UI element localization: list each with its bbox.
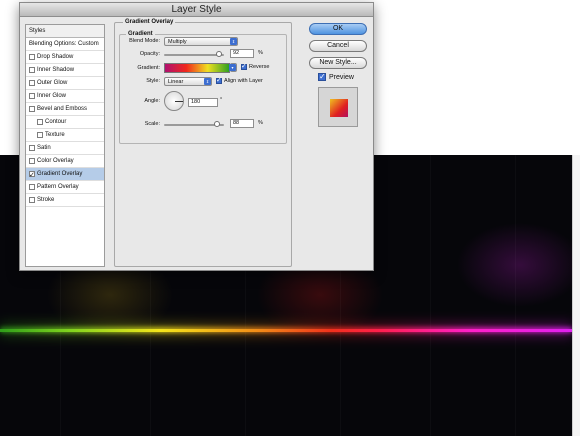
layer-style-dialog: Layer Style Styles Blending Options: Cus… bbox=[19, 2, 374, 271]
angle-unit: ° bbox=[220, 97, 223, 103]
checkbox-icon[interactable] bbox=[29, 145, 35, 151]
reverse-label: Reverse bbox=[249, 64, 270, 70]
style-item-label: Bevel and Emboss bbox=[37, 105, 88, 112]
opacity-slider-thumb[interactable] bbox=[216, 51, 223, 57]
blending-options-item[interactable]: Blending Options: Custom bbox=[26, 38, 104, 51]
ok-button[interactable]: OK bbox=[309, 23, 367, 35]
style-item-pattern-overlay[interactable]: Pattern Overlay bbox=[26, 181, 104, 194]
light-streak bbox=[0, 329, 572, 332]
scale-unit: % bbox=[258, 120, 263, 126]
canvas-scroll-edge bbox=[572, 155, 580, 436]
blend-mode-value: Multiply bbox=[168, 39, 187, 45]
grid-line bbox=[515, 155, 516, 436]
opacity-field[interactable]: 92 bbox=[230, 49, 254, 58]
checkbox-icon[interactable] bbox=[29, 169, 35, 182]
style-item-label: Gradient Overlay bbox=[37, 170, 83, 177]
checkbox-icon[interactable] bbox=[29, 197, 35, 203]
checkbox-icon[interactable] bbox=[37, 119, 43, 125]
angle-hand bbox=[175, 101, 183, 102]
style-item-label: Outer Glow bbox=[37, 79, 68, 86]
updown-arrow-icon: ⇕ bbox=[230, 38, 237, 45]
style-item-label: Texture bbox=[45, 131, 65, 138]
checkbox-icon[interactable] bbox=[29, 106, 35, 112]
style-item-drop-shadow[interactable]: Drop Shadow bbox=[26, 51, 104, 64]
style-label: Style: bbox=[146, 78, 160, 84]
style-item-label: Inner Shadow bbox=[37, 66, 75, 73]
chevron-down-icon: ▾ bbox=[229, 64, 236, 71]
align-label: Align with Layer bbox=[224, 78, 263, 84]
checkbox-icon[interactable] bbox=[29, 184, 35, 190]
style-item-label: Inner Glow bbox=[37, 92, 67, 99]
checkbox-icon[interactable] bbox=[29, 54, 35, 60]
preview-checkbox[interactable]: Preview bbox=[318, 72, 354, 81]
style-item-color-overlay[interactable]: Color Overlay bbox=[26, 155, 104, 168]
angle-field[interactable]: 180 bbox=[188, 98, 218, 107]
scale-label: Scale: bbox=[144, 121, 160, 127]
checkbox-icon[interactable] bbox=[37, 132, 43, 138]
style-item-label: Pattern Overlay bbox=[37, 183, 79, 190]
styles-list-header[interactable]: Styles bbox=[26, 25, 104, 38]
opacity-unit: % bbox=[258, 50, 263, 56]
style-item-label: Contour bbox=[45, 118, 67, 125]
section-title: Gradient Overlay bbox=[123, 19, 176, 25]
opacity-slider-track[interactable] bbox=[164, 54, 224, 56]
gradient-swatch[interactable] bbox=[164, 63, 230, 73]
checkbox-icon[interactable] bbox=[318, 72, 326, 81]
reverse-checkbox[interactable]: Reverse bbox=[241, 62, 270, 70]
checkbox-icon[interactable] bbox=[29, 158, 35, 164]
cancel-button[interactable]: Cancel bbox=[309, 40, 367, 52]
style-item-label: Satin bbox=[37, 144, 51, 151]
angle-dial[interactable] bbox=[164, 91, 184, 111]
style-item-satin[interactable]: Satin bbox=[26, 142, 104, 155]
gradient-dropdown[interactable]: ▾ bbox=[229, 63, 237, 72]
screen: Layer Style Styles Blending Options: Cus… bbox=[0, 0, 580, 436]
grid-line bbox=[430, 155, 431, 436]
style-item-bevel-and-emboss[interactable]: Bevel and Emboss bbox=[26, 103, 104, 116]
style-item-inner-glow[interactable]: Inner Glow bbox=[26, 90, 104, 103]
preview-swatch bbox=[330, 99, 348, 117]
dialog-title: Layer Style bbox=[20, 3, 373, 17]
style-item-label: Stroke bbox=[37, 196, 55, 203]
style-item-label: Color Overlay bbox=[37, 157, 74, 164]
scale-slider-thumb[interactable] bbox=[213, 121, 220, 127]
gradient-overlay-panel: Gradient Overlay Gradient Blend Mode: Mu… bbox=[114, 19, 292, 267]
style-item-texture[interactable]: Texture bbox=[26, 129, 104, 142]
gradient-label: Gradient: bbox=[137, 65, 160, 71]
checkbox-icon[interactable] bbox=[216, 76, 222, 84]
style-item-inner-shadow[interactable]: Inner Shadow bbox=[26, 64, 104, 77]
opacity-label: Opacity: bbox=[139, 51, 160, 57]
preview-label: Preview bbox=[329, 73, 354, 81]
blend-mode-label: Blend Mode: bbox=[129, 38, 160, 44]
updown-arrow-icon: ⇕ bbox=[204, 78, 211, 85]
styles-list: Styles Blending Options: Custom Drop Sha… bbox=[25, 24, 105, 267]
style-item-outer-glow[interactable]: Outer Glow bbox=[26, 77, 104, 90]
gradient-group: Gradient Blend Mode: Multiply ⇕ Opacity:… bbox=[119, 31, 287, 144]
group-title: Gradient bbox=[126, 31, 155, 37]
scale-field[interactable]: 88 bbox=[230, 119, 254, 128]
style-item-stroke[interactable]: Stroke bbox=[26, 194, 104, 207]
checkbox-icon[interactable] bbox=[29, 67, 35, 73]
checkbox-icon[interactable] bbox=[29, 93, 35, 99]
blend-mode-select[interactable]: Multiply ⇕ bbox=[164, 37, 238, 46]
new-style-button[interactable]: New Style... bbox=[309, 57, 367, 69]
align-with-layer-checkbox[interactable]: Align with Layer bbox=[216, 76, 263, 84]
style-item-contour[interactable]: Contour bbox=[26, 116, 104, 129]
angle-label: Angle: bbox=[144, 98, 160, 104]
checkbox-icon[interactable] bbox=[241, 62, 247, 70]
style-item-gradient-overlay[interactable]: Gradient Overlay bbox=[26, 168, 104, 182]
style-item-label: Drop Shadow bbox=[37, 53, 74, 60]
style-select[interactable]: Linear ⇕ bbox=[164, 77, 212, 86]
style-value: Linear bbox=[168, 79, 184, 85]
preview-thumbnail bbox=[318, 87, 358, 127]
checkbox-icon[interactable] bbox=[29, 80, 35, 86]
